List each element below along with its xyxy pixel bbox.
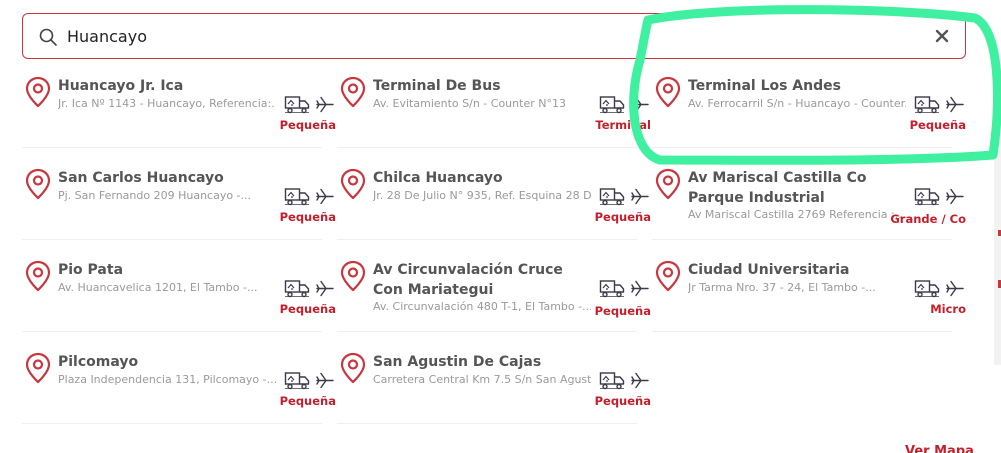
airplane-icon — [316, 280, 334, 297]
location-card[interactable]: Huancayo Jr. Ica Jr. Ica Nº 1143 - Huanc… — [22, 60, 336, 148]
map-pin-icon — [655, 76, 681, 108]
location-card[interactable]: Terminal De Bus Av. Evitamiento S/n - Co… — [337, 60, 651, 148]
location-address: Pj. San Fernando 209 Huancayo -... — [58, 189, 252, 202]
location-address: Carretera Central Km 7.5 S/n San Agusti.… — [373, 373, 591, 386]
search-icon — [39, 28, 57, 46]
location-card[interactable]: Av Circunvalación Cruce Con Mariategui A… — [337, 244, 651, 332]
size-badge: Pequeña — [279, 210, 336, 224]
size-badge: Grande / Co — [890, 212, 966, 226]
location-grid: Huancayo Jr. Ica Jr. Ica Nº 1143 - Huanc… — [22, 60, 982, 430]
map-pin-icon — [25, 260, 51, 292]
delivery-truck-icon — [914, 280, 940, 298]
airplane-icon — [631, 96, 649, 113]
map-pin-icon — [25, 352, 51, 384]
delivery-truck-icon — [599, 188, 625, 206]
card-divider — [337, 239, 637, 240]
size-badge: Pequeña — [594, 304, 651, 318]
card-divider — [337, 331, 637, 332]
map-pin-icon — [340, 352, 366, 384]
location-address: Jr Tarma Nro. 37 - 24, El Tambo -... — [688, 281, 876, 294]
location-name: Huancayo Jr. Ica — [58, 78, 184, 94]
delivery-truck-icon — [284, 372, 310, 390]
delivery-truck-icon — [284, 96, 310, 114]
search-box[interactable] — [22, 13, 966, 59]
location-name: Pilcomayo — [58, 354, 139, 370]
location-address: Av. Huancavelica 1201, El Tambo -... — [58, 281, 258, 294]
delivery-truck-icon — [599, 372, 625, 390]
card-divider — [652, 239, 952, 240]
close-icon[interactable] — [934, 28, 950, 44]
location-card[interactable]: Pilcomayo Plaza Independencia 131, Pilco… — [22, 336, 336, 424]
airplane-icon — [946, 188, 964, 205]
size-badge: Pequeña — [594, 210, 651, 224]
card-divider — [652, 147, 952, 148]
card-divider — [22, 239, 322, 240]
map-pin-icon — [25, 168, 51, 200]
location-name: Pio Pata — [58, 262, 124, 278]
airplane-icon — [631, 188, 649, 205]
map-pin-icon — [340, 260, 366, 292]
airplane-icon — [631, 372, 649, 389]
card-divider — [22, 423, 322, 424]
card-divider — [22, 147, 322, 148]
location-card[interactable]: San Agustin De Cajas Carretera Central K… — [337, 336, 651, 424]
location-address: Av. Ferrocarril S/n - Huancayo - Counter… — [688, 97, 906, 110]
delivery-truck-icon — [284, 280, 310, 298]
location-name: Av Mariscal Castilla Co Parque Industria… — [688, 170, 867, 206]
size-badge: Pequeña — [594, 394, 651, 408]
map-pin-icon — [340, 76, 366, 108]
card-divider — [337, 423, 637, 424]
location-name: San Agustin De Cajas — [373, 354, 542, 370]
location-card[interactable]: Terminal Los Andes Av. Ferrocarril S/n -… — [652, 60, 966, 148]
location-name: San Carlos Huancayo — [58, 170, 224, 186]
airplane-icon — [316, 372, 334, 389]
location-name: Chilca Huancayo — [373, 170, 503, 186]
delivery-truck-icon — [284, 188, 310, 206]
delivery-truck-icon — [914, 96, 940, 114]
location-name: Av Circunvalación Cruce Con Mariategui — [373, 262, 563, 298]
location-address: Av. Circunvalación 480 T-1, El Tambo -..… — [373, 300, 591, 313]
airplane-icon — [316, 188, 334, 205]
location-address: Jr. 28 De Julio N° 935, Ref. Esquina 28 … — [373, 189, 591, 202]
location-address: Plaza Independencia 131, Pilcomayo -... — [58, 373, 276, 386]
card-divider — [22, 331, 322, 332]
location-name: Terminal Los Andes — [688, 78, 841, 94]
search-input[interactable] — [67, 21, 927, 51]
airplane-icon — [946, 96, 964, 113]
delivery-truck-icon — [914, 188, 940, 206]
location-card[interactable]: Ciudad Universitaria Jr Tarma Nro. 37 - … — [652, 244, 966, 332]
map-pin-icon — [340, 168, 366, 200]
card-divider — [337, 147, 637, 148]
location-name: Terminal De Bus — [373, 78, 501, 94]
view-map-link[interactable]: Ver Mapa — [905, 444, 974, 453]
map-pin-icon — [25, 76, 51, 108]
location-card[interactable]: Av Mariscal Castilla Co Parque Industria… — [652, 152, 966, 240]
size-badge: Terminal — [595, 118, 651, 132]
airplane-icon — [631, 280, 649, 297]
size-badge: Pequeña — [279, 394, 336, 408]
delivery-truck-icon — [599, 280, 625, 298]
scrollbar-edge[interactable] — [994, 65, 1001, 365]
map-pin-icon — [655, 260, 681, 292]
airplane-icon — [316, 96, 334, 113]
size-badge: Pequeña — [909, 118, 966, 132]
location-address: Av. Evitamiento S/n - Counter N°13 — [373, 97, 566, 110]
card-divider — [652, 331, 952, 332]
map-pin-icon — [655, 168, 681, 200]
size-badge: Pequeña — [279, 118, 336, 132]
location-card[interactable]: San Carlos Huancayo Pj. San Fernando 209… — [22, 152, 336, 240]
airplane-icon — [946, 280, 964, 297]
size-badge: Pequeña — [279, 302, 336, 316]
size-badge: Micro — [930, 302, 966, 316]
location-address: Av Mariscal Castilla 2769 Referencia :..… — [688, 208, 906, 221]
delivery-truck-icon — [599, 96, 625, 114]
location-card[interactable]: Chilca Huancayo Jr. 28 De Julio N° 935, … — [337, 152, 651, 240]
location-address: Jr. Ica Nº 1143 - Huancayo, Referencia:.… — [58, 97, 276, 110]
location-card[interactable]: Pio Pata Av. Huancavelica 1201, El Tambo… — [22, 244, 336, 332]
location-name: Ciudad Universitaria — [688, 262, 850, 278]
